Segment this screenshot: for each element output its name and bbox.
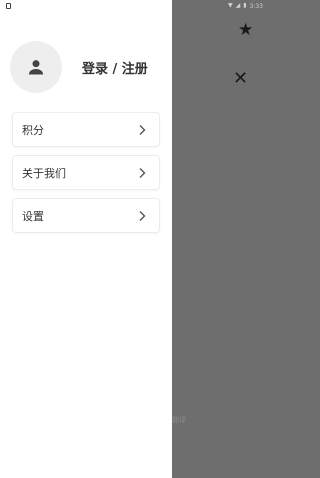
navigation-drawer: 登录 / 注册 积分 关于我们 设置 xyxy=(0,0,172,478)
chevron-right-icon xyxy=(139,124,146,135)
menu-item-settings[interactable]: 设置 xyxy=(12,198,160,233)
status-time: 3:33 xyxy=(249,2,263,10)
menu-item-label: 关于我们 xyxy=(22,166,66,180)
profile-header[interactable]: 登录 / 注册 xyxy=(10,41,160,93)
avatar[interactable] xyxy=(10,41,62,93)
menu-item-label: 积分 xyxy=(22,123,44,137)
menu-item-points[interactable]: 积分 xyxy=(12,112,160,147)
drawer-menu: 积分 关于我们 设置 xyxy=(12,112,160,241)
star-icon[interactable]: ★ xyxy=(238,22,253,39)
close-icon[interactable]: ✕ xyxy=(233,70,248,88)
status-indicator-icon xyxy=(6,3,11,9)
login-register-link[interactable]: 登录 / 注册 xyxy=(82,58,148,77)
status-icons: ▼ ◢ ▮ 3:33 xyxy=(228,3,263,10)
chevron-right-icon xyxy=(139,210,146,221)
signal-icon: ◢ xyxy=(235,2,241,9)
menu-item-about-us[interactable]: 关于我们 xyxy=(12,155,160,190)
person-icon xyxy=(28,60,44,75)
chevron-right-icon xyxy=(139,167,146,178)
background-faint-text: 翻译 xyxy=(172,416,186,424)
wifi-icon: ▼ xyxy=(227,2,233,9)
menu-item-label: 设置 xyxy=(22,209,44,223)
battery-icon: ▮ xyxy=(243,2,247,9)
